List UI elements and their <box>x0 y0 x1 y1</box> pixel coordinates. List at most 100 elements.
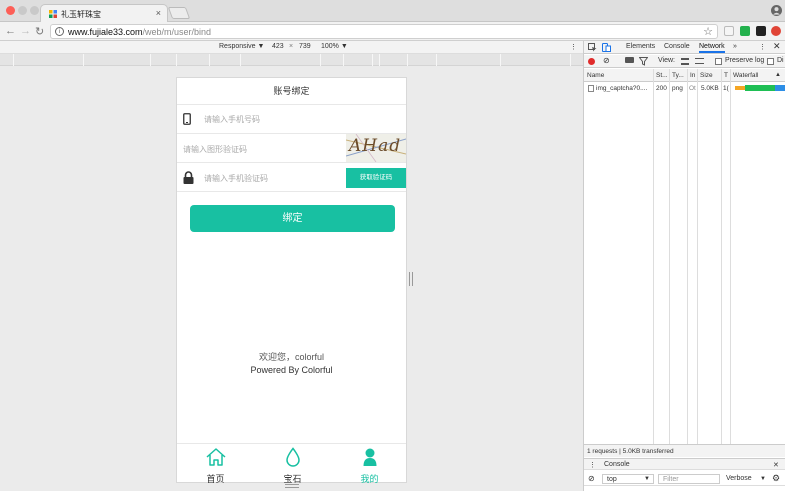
devtools-panel: Elements Console Network » ⋮ ✕ ⊘ View: P… <box>583 41 785 491</box>
dimension-separator: × <box>289 43 294 50</box>
forward-arrow-icon[interactable]: → <box>20 25 31 37</box>
more-tabs-icon[interactable]: » <box>733 43 737 50</box>
extension-reader-icon[interactable] <box>724 26 734 36</box>
log-level-chevron-icon[interactable]: ▼ <box>760 476 766 482</box>
tab-gems[interactable]: 宝石 <box>254 447 331 484</box>
drawer-menu-icon[interactable]: ⋮ <box>589 461 596 469</box>
sms-code-input[interactable]: 请输入手机验证码 <box>204 173 268 184</box>
viewport-height-input[interactable]: 739 <box>299 43 311 50</box>
extension-dark-icon[interactable] <box>756 26 766 36</box>
close-window-button[interactable] <box>6 6 15 15</box>
mobile-phone-icon <box>183 113 191 125</box>
viewport-resize-handle-right[interactable] <box>409 272 413 286</box>
tab-mine-label: 我的 <box>360 474 379 484</box>
maximize-window-button[interactable] <box>30 6 39 15</box>
bind-button[interactable]: 绑定 <box>190 205 395 232</box>
context-select[interactable]: top ▼ <box>602 474 654 484</box>
col-waterfall[interactable]: Waterfall <box>733 72 758 79</box>
tab-title: 礼玉轩珠宝 <box>61 10 101 19</box>
device-select[interactable]: Responsive ▼ <box>219 43 264 50</box>
device-toolbar: Responsive ▼ 423 × 739 100% ▼ ⋮ <box>0 41 583 54</box>
device-more-icon[interactable]: ⋮ <box>570 43 577 51</box>
col-initiator[interactable]: In <box>690 72 695 79</box>
table-row[interactable]: img_captcha?0.... 200 png Ot 5.0KB 1( <box>584 83 785 94</box>
col-status[interactable]: St... <box>656 72 668 79</box>
request-type: png <box>672 85 683 92</box>
new-tab-button[interactable] <box>167 7 191 19</box>
record-icon[interactable] <box>588 58 595 65</box>
inspect-element-icon[interactable] <box>588 43 597 52</box>
viewport-resize-handle-bottom[interactable] <box>285 484 299 488</box>
page-title: 账号绑定 <box>177 78 406 105</box>
col-name[interactable]: Name <box>587 72 604 79</box>
clear-icon[interactable]: ⊘ <box>603 56 610 65</box>
file-icon <box>588 85 594 92</box>
gem-drop-icon <box>285 447 300 467</box>
devtools-close-icon[interactable]: ✕ <box>773 41 781 52</box>
device-mode-icon[interactable] <box>602 43 611 52</box>
phone-input[interactable]: 请输入手机号码 <box>204 114 260 125</box>
devtools-tab-bar: Elements Console Network » ⋮ ✕ <box>584 41 785 54</box>
col-size[interactable]: Size <box>700 72 713 79</box>
bookmark-star-icon[interactable]: ☆ <box>703 25 713 38</box>
drawer-tab-bar: ⋮ Console ✕ <box>584 458 785 470</box>
tab-home[interactable]: 首页 <box>177 447 254 484</box>
favicon-icon <box>49 10 57 18</box>
extension-green-icon[interactable] <box>740 26 750 36</box>
filter-icon[interactable] <box>639 57 648 66</box>
extension-red-icon[interactable] <box>771 26 781 36</box>
network-toolbar: ⊘ View: Preserve log Di <box>584 55 785 68</box>
get-sms-code-button[interactable]: 获取验证码 <box>346 168 406 188</box>
tab-mine[interactable]: 我的 <box>331 447 408 484</box>
mobile-page: 账号绑定 请输入手机号码 请输入图形验证码 AHad 请输入手机验证码 获取验证… <box>176 77 408 484</box>
phone-number-field[interactable]: 请输入手机号码 <box>177 105 406 134</box>
back-arrow-icon[interactable]: ← <box>5 25 16 37</box>
captcha-input[interactable]: 请输入图形验证码 <box>183 144 247 155</box>
drawer-close-icon[interactable]: ✕ <box>773 461 779 469</box>
request-size: 5.0KB <box>701 85 719 92</box>
drawer-tab-console[interactable]: Console <box>604 461 630 468</box>
devtools-menu-icon[interactable]: ⋮ <box>759 43 766 51</box>
captcha-field[interactable]: 请输入图形验证码 AHad <box>177 134 406 163</box>
browser-tab[interactable]: 礼玉轩珠宝 × <box>40 4 168 23</box>
col-type[interactable]: Ty... <box>672 72 684 79</box>
tab-elements[interactable]: Elements <box>626 43 655 50</box>
captcha-image[interactable]: AHad <box>346 134 406 162</box>
console-settings-gear-icon[interactable]: ⚙ <box>772 473 780 484</box>
request-time: 1( <box>723 85 729 92</box>
disable-cache-checkbox[interactable] <box>767 58 774 65</box>
site-info-icon[interactable]: i <box>55 27 64 36</box>
sms-code-field[interactable]: 请输入手机验证码 获取验证码 <box>177 163 406 192</box>
waterfall-bar-waiting <box>735 86 745 90</box>
sort-arrow-icon[interactable]: ▲ <box>775 72 781 78</box>
tab-network[interactable]: Network <box>699 43 725 53</box>
tab-home-label: 首页 <box>206 474 225 484</box>
browser-tab-strip: 礼玉轩珠宝 × <box>0 0 785 23</box>
media-query-ruler[interactable] <box>0 54 583 66</box>
url-bar[interactable]: i www.fujiale33.com/web/m/user/bind ☆ <box>50 24 718 39</box>
zoom-select[interactable]: 100% ▼ <box>321 43 348 50</box>
captcha-text: AHad <box>349 136 402 156</box>
disable-cache-label: Di <box>777 57 784 64</box>
powered-by-text: Powered By Colorful <box>250 365 333 375</box>
request-status: 200 <box>656 85 667 92</box>
tab-close-icon[interactable]: × <box>156 8 161 18</box>
minimize-window-button[interactable] <box>18 6 27 15</box>
large-rows-icon[interactable] <box>681 58 689 65</box>
waterfall-bar-content <box>775 85 785 91</box>
viewport-width-input[interactable]: 423 <box>272 43 284 50</box>
preserve-log-checkbox[interactable] <box>715 58 722 65</box>
request-initiator: Ot <box>689 85 696 92</box>
preserve-log-label: Preserve log <box>725 57 765 64</box>
tab-console[interactable]: Console <box>664 43 690 50</box>
log-level-select[interactable]: Verbose <box>726 475 752 482</box>
screenshot-camera-icon[interactable] <box>625 57 634 63</box>
console-clear-icon[interactable]: ⊘ <box>588 474 595 483</box>
reload-icon[interactable]: ↻ <box>35 25 44 38</box>
request-summary: 1 requests | 5.0KB transferred <box>587 448 674 455</box>
profile-icon[interactable] <box>771 5 782 16</box>
console-filter-input[interactable]: Filter <box>658 474 720 484</box>
col-time[interactable]: T <box>724 72 728 79</box>
overview-icon[interactable] <box>695 58 704 64</box>
url-text: www.fujiale33.com/web/m/user/bind <box>68 27 212 37</box>
